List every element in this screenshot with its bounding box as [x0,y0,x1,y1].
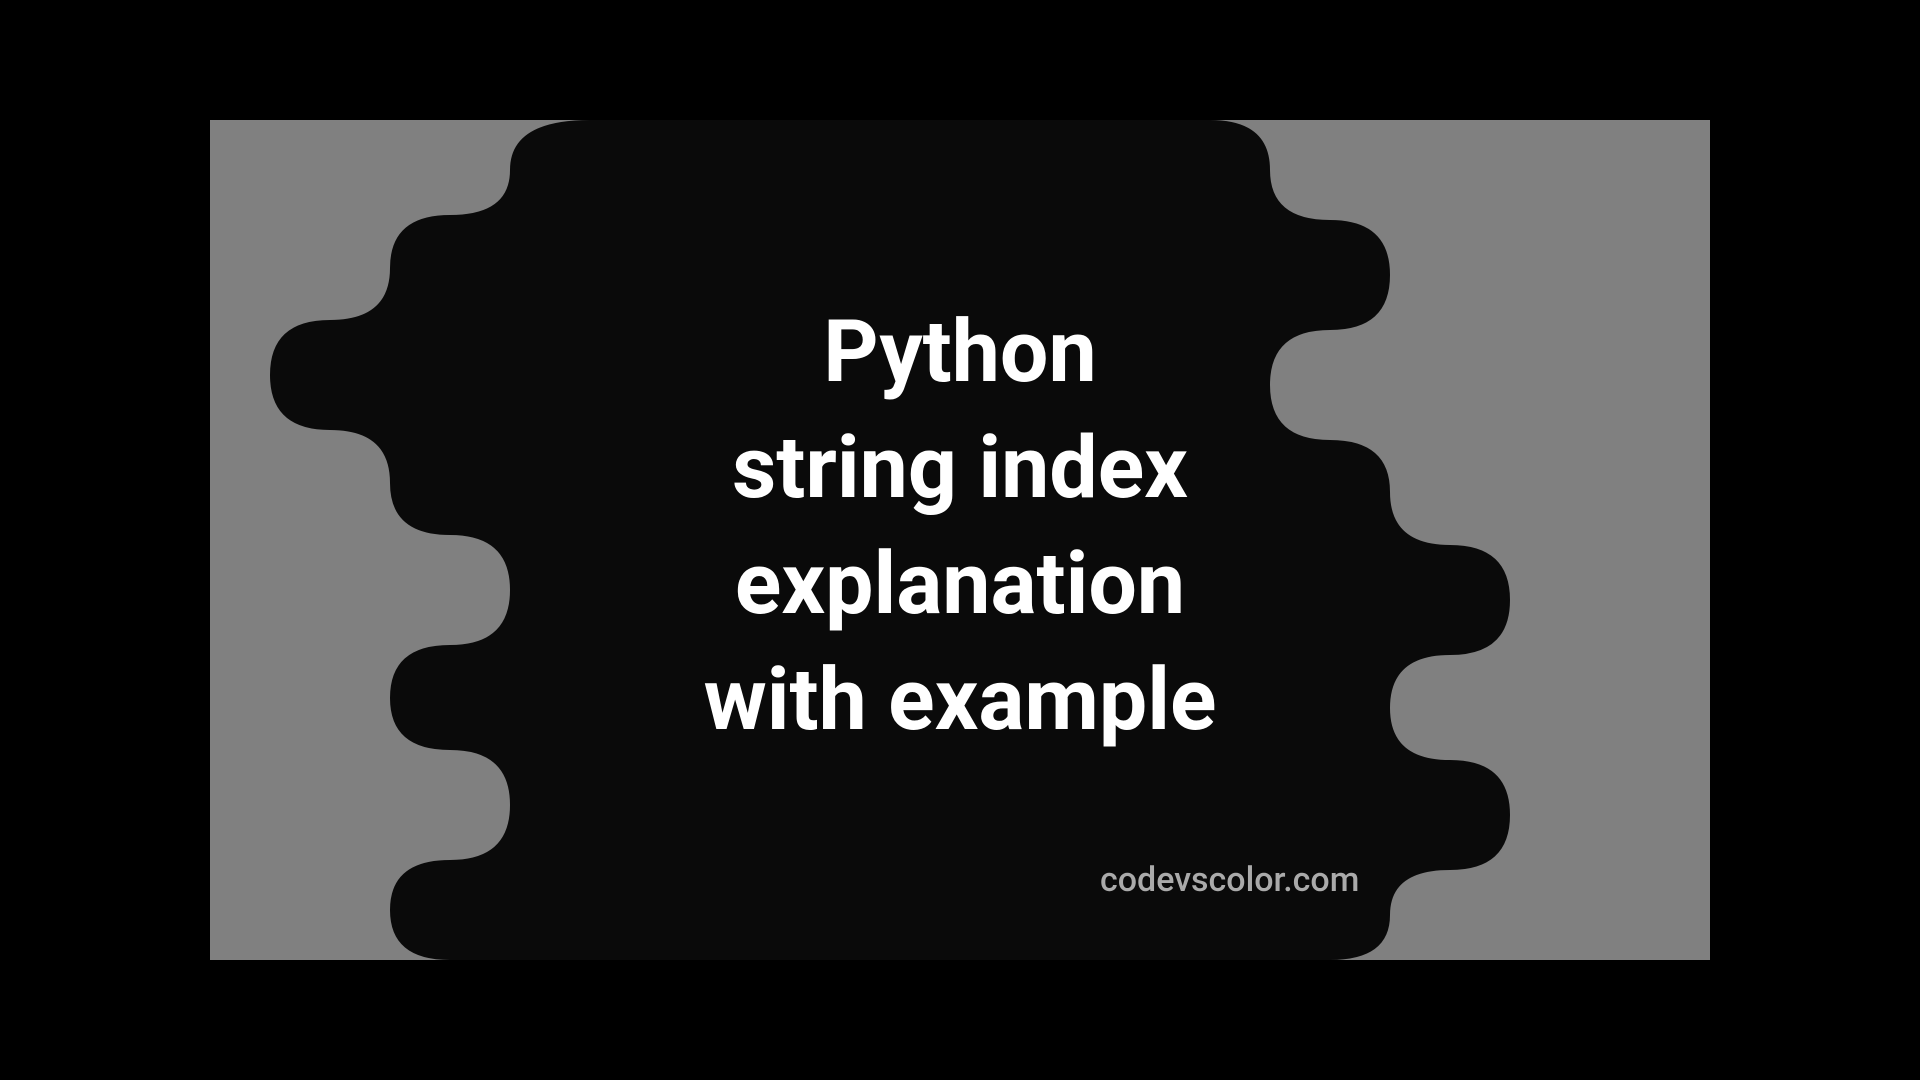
banner-container: Python string index explanation with exa… [210,120,1710,960]
banner-title: Python string index explanation with exa… [704,294,1217,758]
watermark-text: codevscolor.com [1100,860,1359,900]
